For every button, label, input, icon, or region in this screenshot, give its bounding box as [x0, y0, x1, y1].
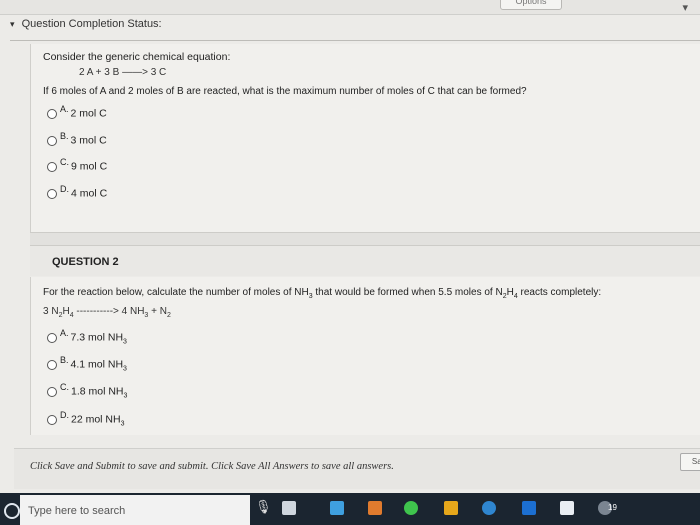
option-b[interactable]: B. 3 mol C — [47, 131, 107, 147]
spotify-icon[interactable] — [404, 501, 418, 515]
question-separator — [30, 232, 700, 246]
options-button[interactable]: Options — [500, 0, 562, 10]
option-c[interactable]: C. 9 mol C — [47, 157, 107, 173]
radio-button[interactable] — [47, 414, 57, 425]
chevron-down-icon[interactable]: ▾ — [10, 19, 15, 29]
question-1-equation: 2 A + 3 B ——> 3 C — [79, 67, 167, 78]
radio-button[interactable] — [47, 161, 57, 172]
question-1-prompt: Consider the generic chemical equation: — [43, 51, 231, 63]
submit-instructions: Click Save and Submit to save and submit… — [30, 461, 394, 472]
radio-button[interactable] — [47, 188, 57, 199]
store-icon[interactable] — [444, 501, 458, 515]
question-2-panel: For the reaction below, calculate the nu… — [30, 277, 700, 435]
radio-button[interactable] — [47, 135, 57, 146]
option-a[interactable]: A. 7.3 mol NH3 — [47, 328, 127, 346]
firefox-icon[interactable] — [368, 501, 382, 515]
option-d[interactable]: D. 4 mol C — [47, 184, 107, 200]
radio-button[interactable] — [47, 359, 57, 370]
microphone-icon[interactable]: 🎙 — [255, 499, 272, 515]
taskbar: Type here to search 🎙 19 — [0, 493, 700, 525]
option-a[interactable]: A. 2 mol C — [47, 104, 107, 120]
divider — [10, 40, 700, 41]
search-placeholder: Type here to search — [28, 505, 126, 517]
chrome-icon[interactable] — [482, 501, 496, 515]
question-2-equation: 3 N2H4 -----------> 4 NH3 + N2 — [43, 306, 171, 319]
radio-button[interactable] — [47, 108, 57, 119]
question-1-text: If 6 moles of A and 2 moles of B are rea… — [43, 86, 527, 97]
question-2-text: For the reaction below, calculate the nu… — [43, 287, 602, 300]
option-d[interactable]: D. 22 mol NH3 — [47, 410, 125, 428]
chevron-down-icon[interactable]: ▾ — [682, 1, 688, 14]
question-2-heading: QUESTION 2 — [52, 256, 119, 268]
question-1-panel: Consider the generic chemical equation: … — [30, 44, 700, 232]
notification-badge: 19 — [608, 503, 617, 512]
option-b[interactable]: B. 4.1 mol NH3 — [47, 355, 127, 373]
cortana-icon[interactable] — [4, 503, 20, 519]
taskbar-search[interactable]: Type here to search — [20, 495, 250, 525]
file-explorer-icon[interactable] — [330, 501, 344, 515]
question-2-header: QUESTION 2 — [30, 246, 700, 276]
notepad-icon[interactable] — [560, 501, 574, 515]
top-strip: Options ▾ — [0, 0, 700, 15]
radio-button[interactable] — [47, 386, 57, 397]
task-view-icon[interactable] — [282, 501, 296, 515]
submit-bar: Click Save and Submit to save and submit… — [14, 448, 700, 489]
option-c[interactable]: C. 1.8 mol NH3 — [47, 382, 127, 400]
save-button[interactable]: Save — [680, 453, 700, 471]
edge-icon[interactable] — [522, 501, 536, 515]
question-completion-status[interactable]: ▾ Question Completion Status: — [10, 18, 700, 40]
status-label: Question Completion Status: — [21, 18, 162, 30]
radio-button[interactable] — [47, 332, 57, 343]
